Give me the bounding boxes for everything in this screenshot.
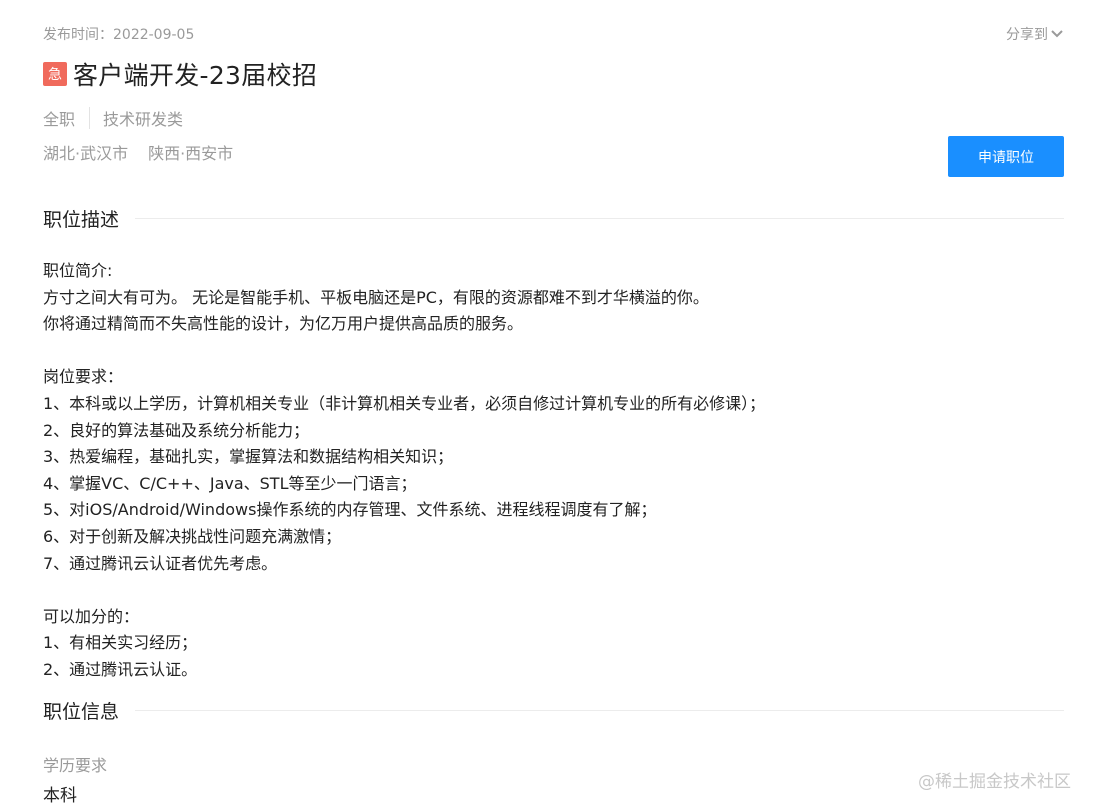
bonus-line: 1、有相关实习经历； [43,633,198,653]
watermark: @稀土掘金技术社区 [918,772,1071,792]
bonus-heading: 可以加分的： [43,606,140,626]
info-section-header: 职位信息 [43,697,1064,724]
job-detail-page: 发布时间：2022-09-05 分享到 急 客户端开发-23届校招 全职 技术研… [43,0,1064,812]
requirement-line: 7、通过腾讯云认证者优先考虑。 [43,553,278,573]
job-title: 客户端开发-23届校招 [73,61,318,90]
section-divider [135,710,1064,711]
title-row: 急 客户端开发-23届校招 [43,56,317,92]
section-divider [135,218,1064,219]
requirement-line: 2、良好的算法基础及系统分析能力； [43,420,310,440]
urgent-badge: 急 [43,62,67,86]
chevron-down-icon [1051,30,1063,38]
publish-time: 发布时间：2022-09-05 [43,27,195,43]
location-item: 陕西·西安市 [148,144,234,163]
description-section-header: 职位描述 [43,205,1064,232]
bonus-line: 2、通过腾讯云认证。 [43,659,198,679]
section-title: 职位信息 [43,701,120,723]
requirement-line: 6、对于创新及解决挑战性问题充满激情； [43,526,342,546]
intro-heading: 职位简介: [43,261,113,280]
section-title: 职位描述 [43,209,120,231]
requirement-line: 5、对iOS/Android/Windows操作系统的内存管理、文件系统、进程线… [43,500,657,520]
requirements-heading: 岗位要求： [43,367,124,387]
requirement-line: 3、热爱编程，基础扎实，掌握算法和数据结构相关知识； [43,447,454,467]
job-type-tag: 全职 [43,110,76,129]
description-line: 方寸之间大有可为。 无论是智能手机、平板电脑还是PC，有限的资源都难不到才华横溢… [43,287,709,307]
share-label: 分享到 [1006,27,1048,43]
meta-row: 发布时间：2022-09-05 分享到 [43,24,1064,44]
description-line: 你将通过精简而不失高性能的设计，为亿万用户提供高品质的服务。 [43,314,524,334]
education-value: 本科 [43,786,77,806]
education-label: 学历要求 [43,756,108,775]
location-item: 湖北·武汉市 [43,144,129,163]
tag-divider [89,107,91,129]
job-tags: 全职 技术研发类 [43,106,183,130]
job-description: 职位简介: 方寸之间大有可为。 无论是智能手机、平板电脑还是PC，有限的资源都难… [43,258,1064,684]
requirement-line: 1、本科或以上学历，计算机相关专业（非计算机相关专业者，必须自修过计算机专业的所… [43,393,766,413]
job-locations: 湖北·武汉市 陕西·西安市 [43,140,253,164]
apply-button[interactable]: 申请职位 [948,136,1064,177]
share-dropdown[interactable]: 分享到 [1006,24,1064,44]
job-category-tag: 技术研发类 [103,110,184,129]
requirement-line: 4、掌握VC、C/C++、Java、STL等至少一门语言； [43,473,417,493]
